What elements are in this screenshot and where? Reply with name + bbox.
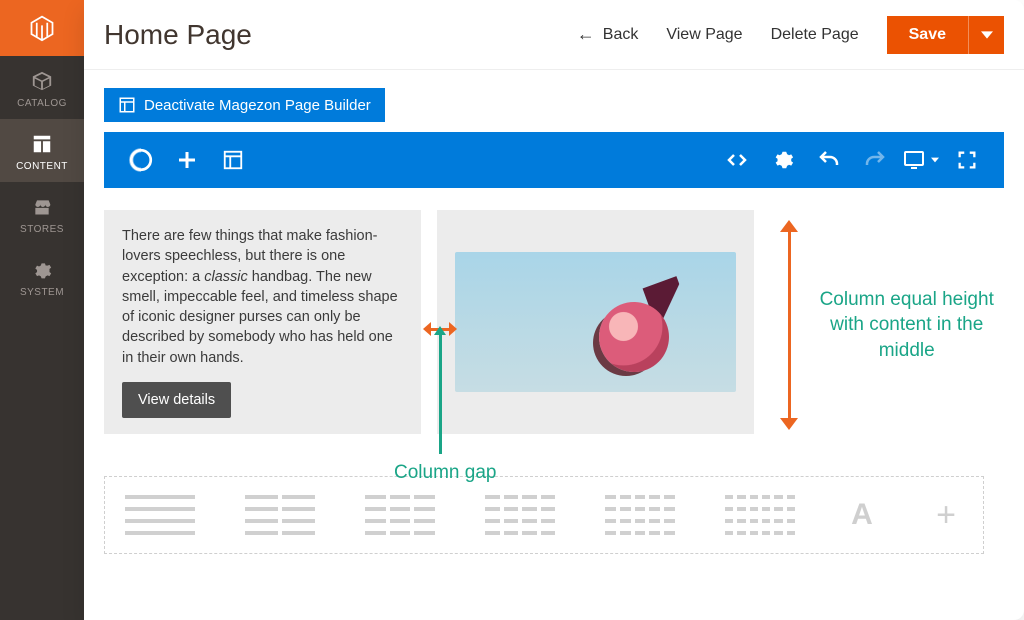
card-text-italic: classic <box>204 269 248 285</box>
toolbar-code-button[interactable] <box>714 132 760 188</box>
builder-toolbar <box>104 132 1004 188</box>
sidebar-item-content[interactable]: CONTENT <box>0 119 84 182</box>
caret-down-icon <box>931 157 939 163</box>
magento-logo[interactable] <box>0 0 84 56</box>
back-button[interactable]: Back <box>563 16 653 53</box>
annotation-equal-height-label: Column equal height with content in the … <box>803 287 1010 364</box>
toolbar-settings-button[interactable] <box>760 132 806 188</box>
view-page-button[interactable]: View Page <box>652 18 756 52</box>
annotation-gap-label: Column gap <box>394 462 496 484</box>
layout-icon <box>4 133 80 155</box>
annotation-gap-pointer <box>439 334 442 454</box>
sidebar-item-label: CONTENT <box>4 161 80 172</box>
save-button[interactable]: Save <box>887 16 968 54</box>
deactivate-pagebuilder-button[interactable]: Deactivate Magezon Page Builder <box>104 88 385 122</box>
admin-left-nav: CATALOG CONTENT STORES SYSTEM <box>0 0 84 620</box>
page-title: Home Page <box>104 19 252 51</box>
layout-icon <box>118 96 136 114</box>
layout-preset-6col[interactable] <box>725 495 795 535</box>
view-details-button[interactable]: View details <box>122 382 231 418</box>
delete-page-button[interactable]: Delete Page <box>757 18 873 52</box>
caret-down-icon <box>981 29 993 41</box>
layout-preset-5col[interactable] <box>605 495 675 535</box>
toolbar-fullscreen-button[interactable] <box>944 132 990 188</box>
sidebar-item-label: STORES <box>4 224 80 235</box>
toolbar-logo-icon[interactable] <box>118 132 164 188</box>
card-text: There are few things that make fashion-l… <box>122 226 403 368</box>
sidebar-item-label: SYSTEM <box>4 287 80 298</box>
toolbar-add-button[interactable] <box>164 132 210 188</box>
layout-preset-text[interactable]: A <box>845 498 879 532</box>
sidebar-item-stores[interactable]: STORES <box>0 182 84 245</box>
sidebar-item-system[interactable]: SYSTEM <box>0 245 84 308</box>
builder-body: Deactivate Magezon Page Builder <box>84 70 1024 620</box>
back-button-label: Back <box>603 26 639 44</box>
annotation-equal-height: Column equal height with content in the … <box>780 210 1010 440</box>
toolbar-undo-button[interactable] <box>806 132 852 188</box>
deactivate-pagebuilder-label: Deactivate Magezon Page Builder <box>144 97 371 114</box>
page-header: Home Page Back View Page Delete Page Sav… <box>84 0 1024 70</box>
toolbar-viewport-button[interactable] <box>898 132 944 188</box>
gear-icon <box>4 259 80 281</box>
builder-column-text[interactable]: There are few things that make fashion-l… <box>104 210 421 434</box>
builder-canvas: There are few things that make fashion-l… <box>104 210 1004 554</box>
layout-preset-4col[interactable] <box>485 495 555 535</box>
toolbar-redo-button[interactable] <box>852 132 898 188</box>
layout-preset-1col[interactable] <box>125 495 195 535</box>
toolbar-templates-button[interactable] <box>210 132 256 188</box>
save-split-button: Save <box>887 16 1004 54</box>
sidebar-item-catalog[interactable]: CATALOG <box>0 56 84 119</box>
cube-icon <box>4 70 80 92</box>
layout-presets-strip: A + <box>104 476 984 554</box>
gear-icon <box>772 149 794 171</box>
layout-preset-add[interactable]: + <box>929 496 963 535</box>
save-dropdown-caret[interactable] <box>968 16 1004 54</box>
vertical-double-arrow-icon <box>780 220 789 430</box>
main-panel: Home Page Back View Page Delete Page Sav… <box>84 0 1024 620</box>
builder-column-image[interactable] <box>437 210 754 434</box>
layout-preset-3col[interactable] <box>365 495 435 535</box>
storefront-icon <box>4 196 80 218</box>
magento-icon <box>28 14 56 42</box>
layout-preset-2col[interactable] <box>245 495 315 535</box>
sidebar-item-label: CATALOG <box>4 98 80 109</box>
handbag-image <box>455 252 736 392</box>
